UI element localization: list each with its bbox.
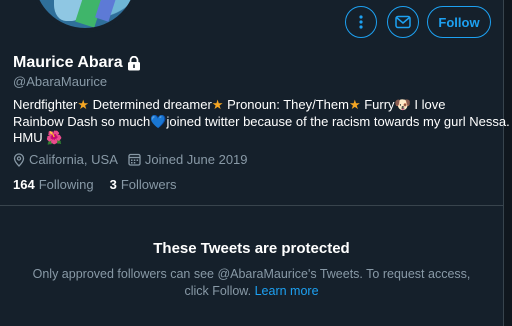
follow-button[interactable]: Follow	[427, 6, 491, 38]
envelope-icon	[395, 15, 411, 29]
star-icon: ★	[77, 97, 89, 112]
dog-face-icon: 🐶	[394, 97, 411, 112]
profile-page: Follow Maurice Abara @AbaraMaurice Nerdf…	[0, 0, 510, 326]
blue-heart-icon: 💙	[150, 113, 167, 129]
bio-text: I love	[410, 97, 446, 112]
more-options-button[interactable]	[345, 6, 377, 38]
location-text: California, USA	[29, 152, 118, 167]
location-pin-icon	[13, 152, 25, 167]
join-date-text: Joined June 2019	[144, 152, 248, 167]
join-date: Joined June 2019	[128, 152, 248, 167]
star-icon: ★	[211, 97, 224, 112]
message-button[interactable]	[387, 6, 419, 38]
followers-label: Followers	[120, 177, 177, 192]
following-link[interactable]: 164 Following	[13, 177, 94, 192]
bio-text: Rainbow Dash so much	[13, 113, 151, 129]
bio-text: HMU	[13, 130, 43, 145]
profile-meta: California, USA Joined June 2019	[13, 152, 248, 167]
profile-name-row: Maurice Abara	[13, 54, 141, 72]
bio-text: Pronoun: They/Them	[223, 97, 349, 112]
hibiscus-icon: 🌺	[46, 130, 63, 145]
following-count: 164	[13, 177, 35, 192]
followers-link[interactable]: 3 Followers	[110, 177, 177, 192]
star-icon: ★	[348, 97, 361, 112]
protected-title: These Tweets are protected	[153, 240, 350, 257]
more-dots-icon	[359, 15, 363, 29]
bio-text: Determined dreamer	[88, 97, 212, 112]
protected-message: Only approved followers can see @AbaraMa…	[20, 266, 483, 299]
bio-text: Nerdfighter	[13, 97, 78, 112]
followers-count: 3	[109, 177, 117, 192]
divider	[0, 205, 503, 206]
location: California, USA	[13, 152, 118, 167]
learn-more-link[interactable]: Learn more	[255, 284, 319, 298]
follow-counts: 164 Following 3 Followers	[13, 177, 176, 192]
protected-body-text: Only approved followers can see @AbaraMa…	[32, 267, 471, 298]
calendar-icon	[128, 153, 141, 166]
lock-icon	[127, 55, 140, 70]
profile-name: Maurice Abara	[13, 54, 123, 71]
profile-handle: @AbaraMaurice	[13, 74, 108, 89]
following-label: Following	[38, 177, 94, 192]
bio-text: joined twitter because of the racism tow…	[166, 113, 510, 129]
avatar[interactable]	[30, 0, 140, 32]
bio-text: Furry	[360, 97, 395, 112]
profile-bio: Nerdfighter★ Determined dreamer★ Pronoun…	[13, 97, 510, 147]
